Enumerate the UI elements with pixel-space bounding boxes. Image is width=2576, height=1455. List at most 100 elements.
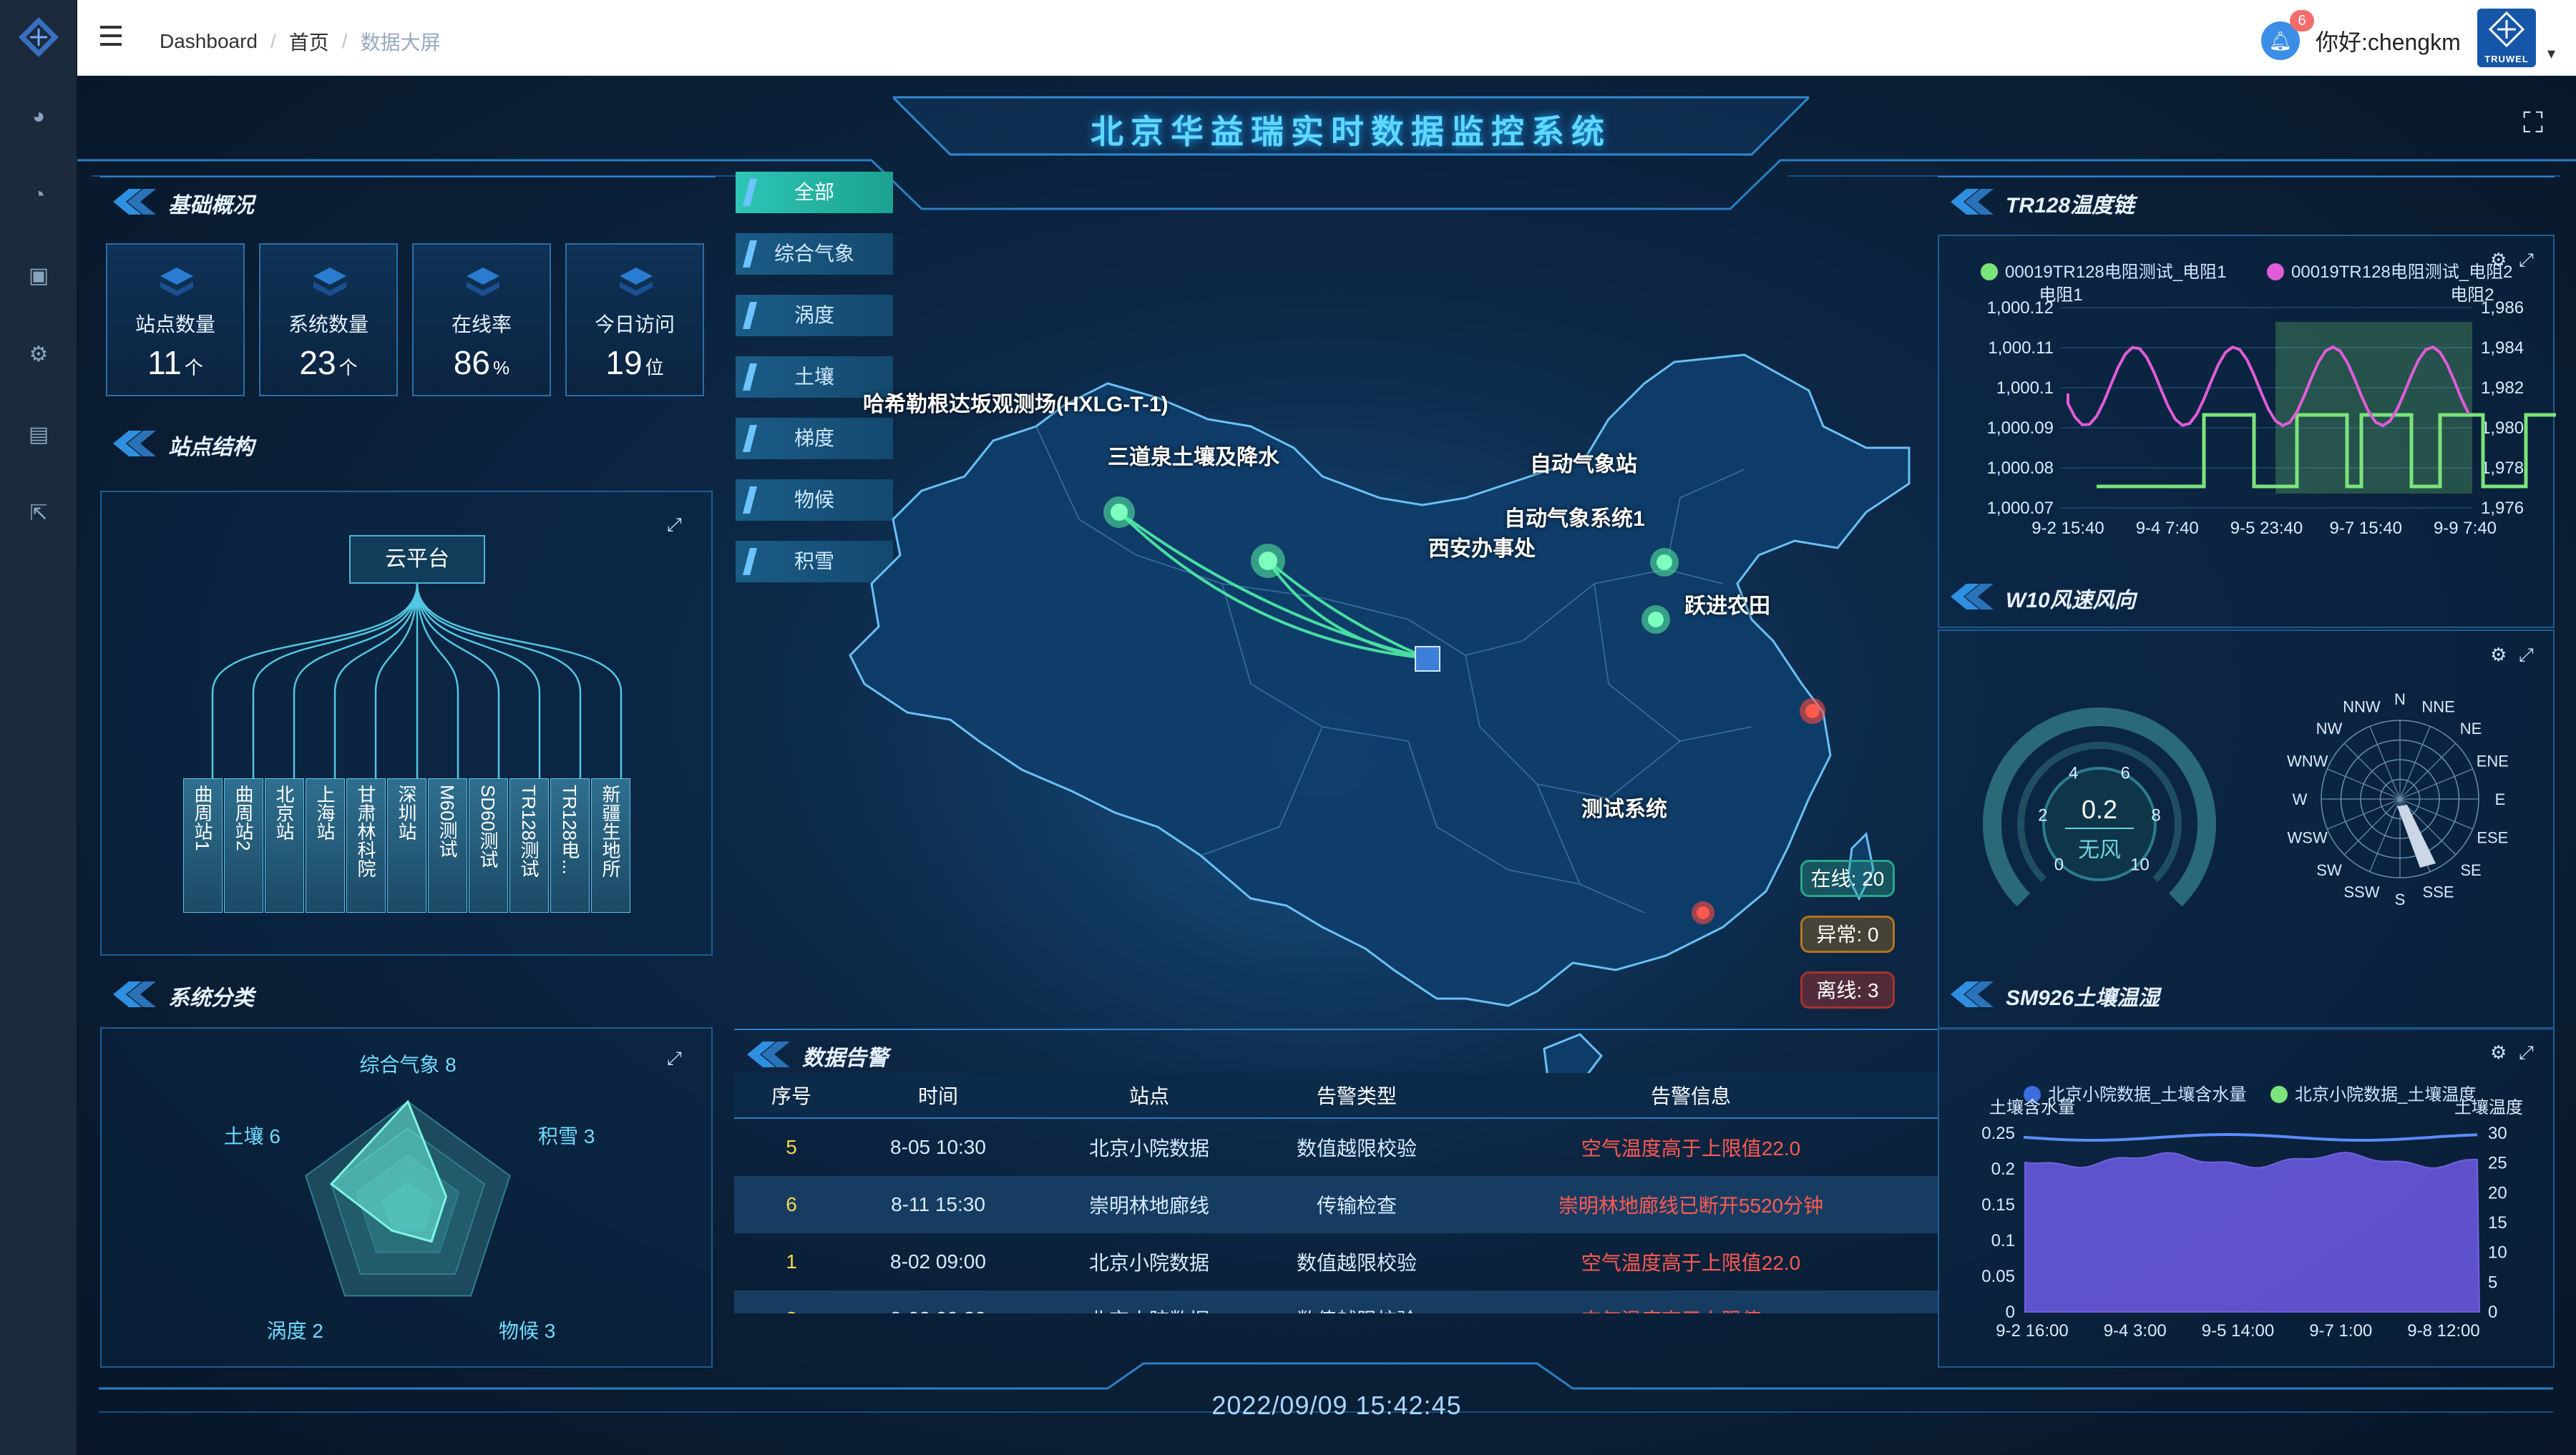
avatar[interactable]: TRUWEL xyxy=(2477,9,2536,67)
visit-icon xyxy=(620,268,653,296)
breadcrumb-separator: / xyxy=(270,30,276,52)
table-cell: 数值越限校验 xyxy=(1271,1305,1443,1313)
image-icon[interactable]: ▣ xyxy=(26,263,52,289)
structure-node[interactable]: 甘肃林科院 xyxy=(346,778,386,913)
wind-panel: ⚙ ⤢ 0 2 4 6 8 10 0.2 无风 N NNE NE ENE E ESE SE SSE S SSW SW… xyxy=(1938,629,2555,1030)
y-tick-label: 1,000.1 xyxy=(1996,378,2054,398)
table-row[interactable]: 1 8-02 09:00 北京小院数据 数值越限校验 空气温度高于上限值22.0 xyxy=(734,1233,1939,1290)
app-logo[interactable] xyxy=(17,16,60,59)
map-label-station[interactable]: 三道泉土壤及降水 xyxy=(1108,439,1279,471)
legend-label[interactable]: 北京小院数据_土壤含水量 xyxy=(2048,1085,2246,1104)
x-tick-label: 9-5 23:40 xyxy=(2230,519,2303,538)
map-label-station[interactable]: 跃进农田 xyxy=(1684,588,1770,619)
structure-node[interactable]: TR128测试 xyxy=(509,778,549,913)
online-icon xyxy=(467,268,499,296)
table-row[interactable]: 6 8-11 15:30 崇明林地廊线 传输检查 崇明林地廊线已断开5520分钟 xyxy=(734,1176,1939,1233)
rose-direction-label: SSW xyxy=(2343,883,2379,901)
category-tab[interactable]: 全部 xyxy=(736,172,893,213)
table-row[interactable]: 28-02 09:30北京小院数据数值越限校验空气温度高于上限值22.0 xyxy=(734,1290,1939,1313)
external-link-icon[interactable]: ⇱ xyxy=(26,501,52,526)
y-tick-label: 0.15 xyxy=(1981,1195,2015,1215)
legend-label[interactable]: 00019TR128电阻测试_电阻2 xyxy=(2291,263,2512,282)
stat-label: 今日访问 xyxy=(594,313,675,335)
legend-marker xyxy=(2267,263,2284,280)
data-screen: 北京华益瑞实时数据监控系统 ⛶ 基础概况 站点数量 11 个 系统数量 23 个 在… xyxy=(77,76,2576,1455)
structure-node[interactable]: M60测试 xyxy=(428,778,467,913)
y-tick-label: 1,000.07 xyxy=(1987,499,2054,518)
column-header[interactable]: 序号 xyxy=(734,1081,849,1109)
structure-node[interactable]: 曲周站1 xyxy=(183,778,223,913)
header-arrows-icon xyxy=(1951,981,1994,1007)
table-cell: 空气温度高于上限值22.0 xyxy=(1581,1137,1801,1160)
status-offline[interactable]: 离线: 3 xyxy=(1800,971,1895,1009)
map-label-station[interactable]: 测试系统 xyxy=(1581,791,1667,823)
system-class-panel: ⤢ 综合气象 8 积雪 3 物候 3 涡度 2 土壤 6 xyxy=(100,1027,713,1368)
stat-label: 站点数量 xyxy=(135,313,215,335)
rose-direction-label: WSW xyxy=(2288,829,2328,847)
dashboard-icon[interactable]: ◕ xyxy=(26,104,52,129)
rose-direction-label: N xyxy=(2394,690,2406,708)
legend-label[interactable]: 北京小院数据_土壤温度 xyxy=(2295,1085,2476,1104)
document-icon[interactable]: ▤ xyxy=(26,422,52,448)
rose-direction-label: SW xyxy=(2316,861,2342,879)
current-datetime: 2022/09/09 15:42:45 xyxy=(1211,1391,1462,1420)
chevron-down-icon[interactable]: ▾ xyxy=(2547,44,2555,63)
stat-card-visits: 今日访问 19 位 xyxy=(565,243,704,396)
stat-number: 11 xyxy=(147,344,182,381)
tab-marker-icon xyxy=(743,548,757,575)
user-greeting[interactable]: 你好:chengkm xyxy=(2316,24,2461,57)
radar-label: 物候 3 xyxy=(499,1320,555,1342)
structure-node[interactable]: 深圳站 xyxy=(387,778,426,913)
alarm-table-body[interactable]: 5 8-05 10:30 北京小院数据 数值越限校验 空气温度高于上限值22.0 6 8-1… xyxy=(734,1119,1939,1313)
column-header[interactable]: 告警类型 xyxy=(1271,1081,1443,1109)
rose-direction-label: NNE xyxy=(2421,698,2454,716)
status-abnormal[interactable]: 异常: 0 xyxy=(1800,916,1895,953)
map-label-station[interactable]: 西安办事处 xyxy=(1428,531,1536,562)
structure-node[interactable]: 曲周站2 xyxy=(224,778,263,913)
header-line xyxy=(734,1029,1939,1030)
column-header[interactable]: 时间 xyxy=(849,1081,1028,1109)
system-class-title: 系统分类 xyxy=(168,986,254,1010)
structure-node[interactable]: 北京站 xyxy=(265,778,304,913)
legend-label[interactable]: 00019TR128电阻测试_电阻1 xyxy=(2005,263,2226,282)
y-tick-label: 0.05 xyxy=(1981,1267,2015,1286)
gauge-tick-label: 8 xyxy=(2151,805,2160,825)
rose-direction-label: NW xyxy=(2316,720,2343,738)
breadcrumb-dashboard[interactable]: Dashboard xyxy=(160,30,258,53)
stat-unit: 个 xyxy=(184,357,203,378)
pie-chart-icon[interactable]: ◔ xyxy=(26,182,52,208)
menu-toggle-icon[interactable] xyxy=(100,26,126,49)
stat-number: 86 xyxy=(453,344,491,381)
table-cell: 北京小院数据 xyxy=(1088,1137,1209,1160)
table-row[interactable]: 5 8-05 10:30 北京小院数据 数值越限校验 空气温度高于上限值22.0 xyxy=(734,1119,1939,1176)
structure-node[interactable]: SD60测试 xyxy=(469,778,508,913)
map-label-station[interactable]: 哈希勒根达坂观测场(HXLG-T-1) xyxy=(863,386,1169,418)
table-cell: 数值越限校验 xyxy=(1296,1252,1417,1274)
radar-label: 土壤 6 xyxy=(224,1125,280,1147)
map-label-station[interactable]: 自动气象系统1 xyxy=(1504,501,1645,532)
fullscreen-icon[interactable]: ⛶ xyxy=(2523,107,2543,139)
column-header[interactable]: 站点 xyxy=(1028,1081,1271,1109)
structure-node[interactable]: TR128电... xyxy=(550,778,590,913)
gauge-tick-label: 10 xyxy=(2130,856,2150,875)
series-area xyxy=(2024,1152,2481,1313)
breadcrumb: Dashboard / 首页 / 数据大屏 xyxy=(160,27,441,56)
system-class-header: 系统分类 xyxy=(100,971,716,1013)
rose-direction-label: SSE xyxy=(2423,883,2454,901)
y-tick-label: 10 xyxy=(2488,1243,2507,1263)
category-tab[interactable]: 综合气象 xyxy=(736,233,893,275)
structure-node[interactable]: 上海站 xyxy=(306,778,345,913)
structure-node[interactable]: 新疆生地所 xyxy=(591,778,630,913)
column-header[interactable]: 告警信息 xyxy=(1443,1081,1939,1109)
stat-unit: 个 xyxy=(338,357,358,378)
site-icon xyxy=(160,268,193,296)
y-tick-label: 0.1 xyxy=(1991,1231,2015,1250)
breadcrumb-home[interactable]: 首页 xyxy=(289,27,329,56)
y-tick-label: 15 xyxy=(2488,1213,2507,1233)
x-tick-label: 9-7 1:00 xyxy=(2309,1321,2372,1341)
y-tick-label: 1,980 xyxy=(2481,418,2524,438)
breadcrumb-current: 数据大屏 xyxy=(360,31,441,54)
map-label-station[interactable]: 自动气象站 xyxy=(1530,446,1637,478)
gear-icon[interactable]: ⚙ xyxy=(26,342,52,368)
status-online[interactable]: 在线: 20 xyxy=(1800,860,1895,897)
